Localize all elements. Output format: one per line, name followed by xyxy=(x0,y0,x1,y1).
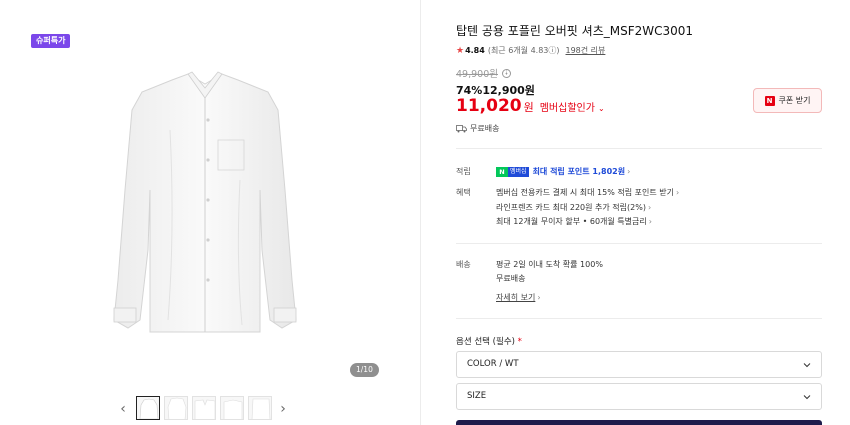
thumbnail[interactable] xyxy=(136,396,160,420)
naver-n-icon: N xyxy=(764,95,775,106)
detail-link-text: 자세히 보기 xyxy=(496,293,536,302)
required-mark: * xyxy=(517,337,522,347)
member-price-label: 멤버십할인가 xyxy=(539,103,595,114)
chevron-down-icon: ⌄ xyxy=(597,104,605,113)
benefit-line[interactable]: 최대 12개월 무이자 할부 • 60개월 특별금리 › xyxy=(496,216,652,227)
chevron-right-icon: › xyxy=(647,203,652,212)
shipping-text: 무료배송 xyxy=(470,124,500,133)
original-price-value: 49,900원 xyxy=(456,69,498,80)
member-price-row[interactable]: 11,020 원 멤버십할인가 ⌄ xyxy=(456,96,605,116)
info-icon[interactable]: i xyxy=(501,68,511,78)
thumbnail-strip xyxy=(136,396,272,420)
product-image[interactable] xyxy=(100,70,310,342)
npay-membership-icon: N 멤버십 xyxy=(496,166,529,177)
coupon-button-label: 쿠폰 받기 xyxy=(778,96,811,105)
member-price: 11,020 xyxy=(456,96,522,116)
super-deal-badge: 슈퍼특가 xyxy=(31,34,71,48)
chevron-down-icon xyxy=(803,363,811,368)
points-value[interactable]: N 멤버십 최대 적립 포인트 1,802원 › xyxy=(496,166,630,177)
rating-score: 4.84 xyxy=(465,46,485,55)
rating-row: ★ 4.84 (최근 6개월 4.83ⓘ) 198건 리뷰 xyxy=(456,45,605,56)
buy-button[interactable] xyxy=(456,420,822,425)
thumbnail[interactable] xyxy=(164,396,188,420)
image-page-counter: 1/10 xyxy=(350,363,379,377)
benefit-text: 최대 12개월 무이자 할부 • 60개월 특별금리 xyxy=(496,217,647,226)
delivery-detail-link[interactable]: 자세히 보기 › xyxy=(496,292,541,303)
size-select-value: SIZE xyxy=(467,391,487,401)
truck-icon xyxy=(456,124,467,132)
product-gallery: 슈퍼특가 1/10 ‹ › xyxy=(0,0,420,425)
delivery-line-1: 평균 2일 이내 도착 확률 100% xyxy=(496,260,603,269)
member-price-unit: 원 xyxy=(523,101,534,114)
coupon-button[interactable]: N 쿠폰 받기 xyxy=(753,88,822,113)
color-select-value: COLOR / WT xyxy=(467,359,519,369)
divider xyxy=(456,148,822,149)
divider xyxy=(456,318,822,319)
chevron-right-icon: › xyxy=(627,167,631,176)
thumb-prev-arrow-icon[interactable]: ‹ xyxy=(118,402,128,416)
divider xyxy=(456,243,822,244)
product-info-panel: 탑텐 공용 포플린 오버핏 셔츠_MSF2WC3001 ★ 4.84 (최근 6… xyxy=(456,0,822,425)
max-points-text: 최대 적립 포인트 1,802원 xyxy=(532,167,626,176)
panel-divider xyxy=(420,0,421,425)
thumbnail[interactable] xyxy=(192,396,216,420)
benefit-text: 멤버십 전용카드 결제 시 최대 15% 적립 포인트 받기 xyxy=(496,188,674,197)
chevron-right-icon: › xyxy=(648,217,652,226)
thumbnail[interactable] xyxy=(248,396,272,420)
option-title-text: 옵션 선택 (필수) xyxy=(456,337,515,347)
benefit-label: 혜택 xyxy=(456,188,471,197)
rating-recent: (최근 6개월 4.83ⓘ) xyxy=(487,46,560,55)
color-select[interactable]: COLOR / WT xyxy=(456,351,822,378)
chevron-right-icon: › xyxy=(537,293,541,302)
points-label: 적립 xyxy=(456,167,471,176)
size-select[interactable]: SIZE xyxy=(456,383,822,410)
chevron-right-icon: › xyxy=(675,188,680,197)
product-title: 탑텐 공용 포플린 오버핏 셔츠_MSF2WC3001 xyxy=(456,24,694,38)
shipping-row: 무료배송 xyxy=(456,123,499,134)
thumb-next-arrow-icon[interactable]: › xyxy=(278,402,288,416)
original-price: 49,900원 i xyxy=(456,66,511,80)
delivery-label: 배송 xyxy=(456,260,471,269)
review-count-link[interactable]: 198건 리뷰 xyxy=(566,45,606,56)
delivery-line-2: 무료배송 xyxy=(496,274,526,283)
option-title: 옵션 선택 (필수) * xyxy=(456,335,522,347)
thumbnail[interactable] xyxy=(220,396,244,420)
chevron-down-icon xyxy=(803,395,811,400)
benefit-line[interactable]: 멤버십 전용카드 결제 시 최대 15% 적립 포인트 받기 › xyxy=(496,187,679,198)
benefit-line[interactable]: 라인프렌즈 카드 최대 220원 추가 적립(2%) › xyxy=(496,202,651,213)
benefit-text: 라인프렌즈 카드 최대 220원 추가 적립(2%) xyxy=(496,203,646,212)
star-icon: ★ xyxy=(456,45,465,56)
